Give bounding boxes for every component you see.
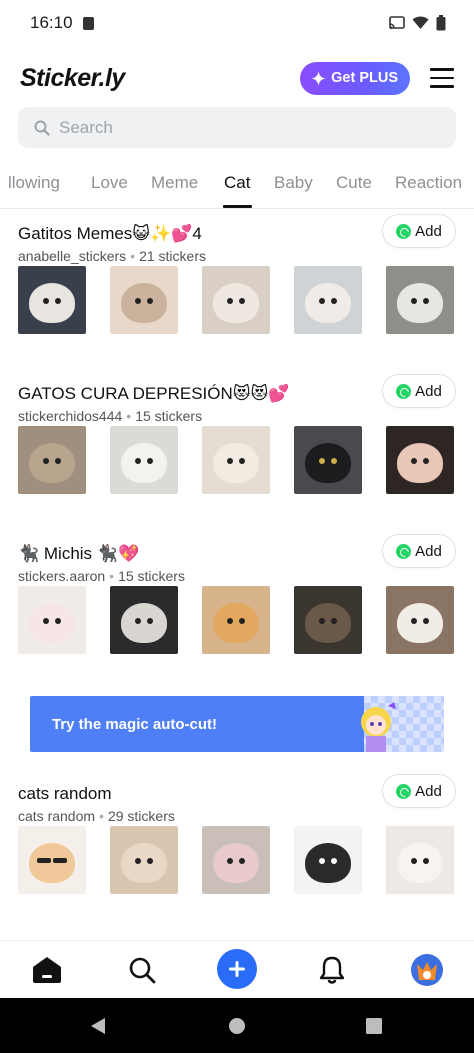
- add-button[interactable]: Add: [382, 214, 456, 248]
- nav-notifications[interactable]: [316, 954, 348, 986]
- app-header: Sticker.ly Get PLUS: [0, 56, 474, 100]
- add-label: Add: [415, 782, 442, 800]
- tab-cute[interactable]: Cute: [336, 173, 372, 193]
- pack-author: anabelle_stickers: [18, 248, 127, 264]
- tab-reaction[interactable]: Reaction: [395, 173, 462, 193]
- sticker-thumbnails: [18, 266, 456, 334]
- banner-text: Try the magic auto-cut!: [52, 715, 218, 733]
- pack-meta: stickers.aaron • 15 stickers: [18, 568, 185, 584]
- add-label: Add: [415, 542, 442, 560]
- tab-love[interactable]: Love: [91, 173, 128, 193]
- pack-title: cats random: [18, 784, 112, 803]
- sticker-thumbnail[interactable]: [18, 826, 86, 894]
- sticker-thumbnail[interactable]: [110, 586, 178, 654]
- pack-title: Gatitos Memes😺✨💕4: [18, 224, 202, 243]
- add-button[interactable]: Add: [382, 774, 456, 808]
- active-tab-indicator: [223, 205, 252, 208]
- home-button-icon[interactable]: [228, 1017, 246, 1035]
- avatar: [411, 954, 443, 986]
- character-illustration: [361, 702, 396, 752]
- whatsapp-icon: [396, 383, 412, 399]
- sticker-thumbnails: [18, 826, 456, 894]
- bell-icon: [319, 956, 345, 984]
- whatsapp-icon: [396, 783, 412, 799]
- pack-count: 15 stickers: [118, 568, 185, 584]
- sticker-thumbnail[interactable]: [202, 586, 270, 654]
- sticker-thumbnail[interactable]: [294, 826, 362, 894]
- whatsapp-icon: [396, 223, 412, 239]
- wifi-icon: [412, 16, 429, 29]
- pack-meta: cats random • 29 stickers: [18, 808, 175, 824]
- system-navigation-bar: [0, 998, 474, 1053]
- sticker-thumbnail[interactable]: [386, 826, 454, 894]
- sticker-thumbnails: [18, 426, 456, 494]
- sticker-thumbnail[interactable]: [18, 586, 86, 654]
- create-button[interactable]: [217, 949, 257, 989]
- sticker-thumbnail[interactable]: [386, 586, 454, 654]
- get-plus-button[interactable]: Get PLUS: [300, 61, 410, 95]
- pack-count: 15 stickers: [135, 408, 203, 424]
- tab-baby[interactable]: Baby: [274, 173, 313, 193]
- notification-icon: [82, 16, 94, 30]
- sticker-thumbnail[interactable]: [294, 266, 362, 334]
- tab-following[interactable]: llowing: [8, 173, 60, 193]
- sticker-thumbnail[interactable]: [202, 266, 270, 334]
- nav-search[interactable]: [126, 954, 158, 986]
- sticker-thumbnail[interactable]: [294, 426, 362, 494]
- sparkle-icon: [311, 70, 327, 86]
- back-icon[interactable]: [89, 1017, 107, 1035]
- sticker-thumbnail[interactable]: [110, 826, 178, 894]
- battery-icon: [436, 15, 446, 31]
- add-label: Add: [415, 382, 442, 400]
- get-plus-label: Get PLUS: [331, 70, 398, 86]
- app-logo: Sticker.ly: [20, 63, 125, 92]
- auto-cut-banner[interactable]: Try the magic auto-cut!: [30, 696, 444, 752]
- recents-icon[interactable]: [365, 1017, 383, 1035]
- category-tabs: llowing Love Meme Cat Baby Cute Reaction: [0, 164, 474, 209]
- sticker-thumbnail[interactable]: [386, 426, 454, 494]
- status-time: 16:10: [30, 13, 73, 32]
- search-bar[interactable]: [18, 107, 456, 148]
- home-icon: [33, 957, 61, 983]
- pack-count: 21 stickers: [139, 248, 206, 264]
- pack-meta: stickerchidos444 • 15 stickers: [18, 408, 203, 424]
- search-icon: [34, 120, 50, 136]
- pack-author: stickers.aaron: [18, 568, 106, 584]
- sticker-thumbnail[interactable]: [110, 266, 178, 334]
- sticker-thumbnail[interactable]: [294, 586, 362, 654]
- nav-profile[interactable]: [411, 954, 443, 986]
- search-icon: [129, 957, 156, 984]
- nav-home[interactable]: [31, 954, 63, 986]
- sticker-thumbnails: [18, 586, 456, 654]
- cast-icon: [389, 16, 405, 30]
- status-icons: [389, 15, 446, 31]
- add-button[interactable]: Add: [382, 374, 456, 408]
- sticker-thumbnail[interactable]: [202, 426, 270, 494]
- add-button[interactable]: Add: [382, 534, 456, 568]
- pack-title: GATOS CURA DEPRESIÓN😻😻💕: [18, 384, 290, 403]
- whatsapp-icon: [396, 543, 412, 559]
- plus-icon: [229, 961, 245, 977]
- tab-cat[interactable]: Cat: [224, 173, 250, 193]
- sticker-thumbnail[interactable]: [18, 266, 86, 334]
- sticker-thumbnail[interactable]: [202, 826, 270, 894]
- pack-meta: anabelle_stickers • 21 stickers: [18, 248, 206, 264]
- menu-icon[interactable]: [430, 68, 454, 88]
- pack-title: 🐈‍⬛ Michis 🐈‍⬛💖: [18, 544, 140, 563]
- pack-count: 29 stickers: [107, 808, 175, 824]
- status-bar: 16:10: [0, 0, 474, 46]
- sticker-thumbnail[interactable]: [386, 266, 454, 334]
- bottom-navigation: [0, 940, 474, 998]
- search-input[interactable]: [59, 117, 419, 138]
- sticker-thumbnail[interactable]: [18, 426, 86, 494]
- pack-author: stickerchidos444: [18, 408, 123, 424]
- sticker-thumbnail[interactable]: [110, 426, 178, 494]
- tab-meme[interactable]: Meme: [151, 173, 198, 193]
- pack-author: cats random: [18, 808, 96, 824]
- add-label: Add: [415, 222, 442, 240]
